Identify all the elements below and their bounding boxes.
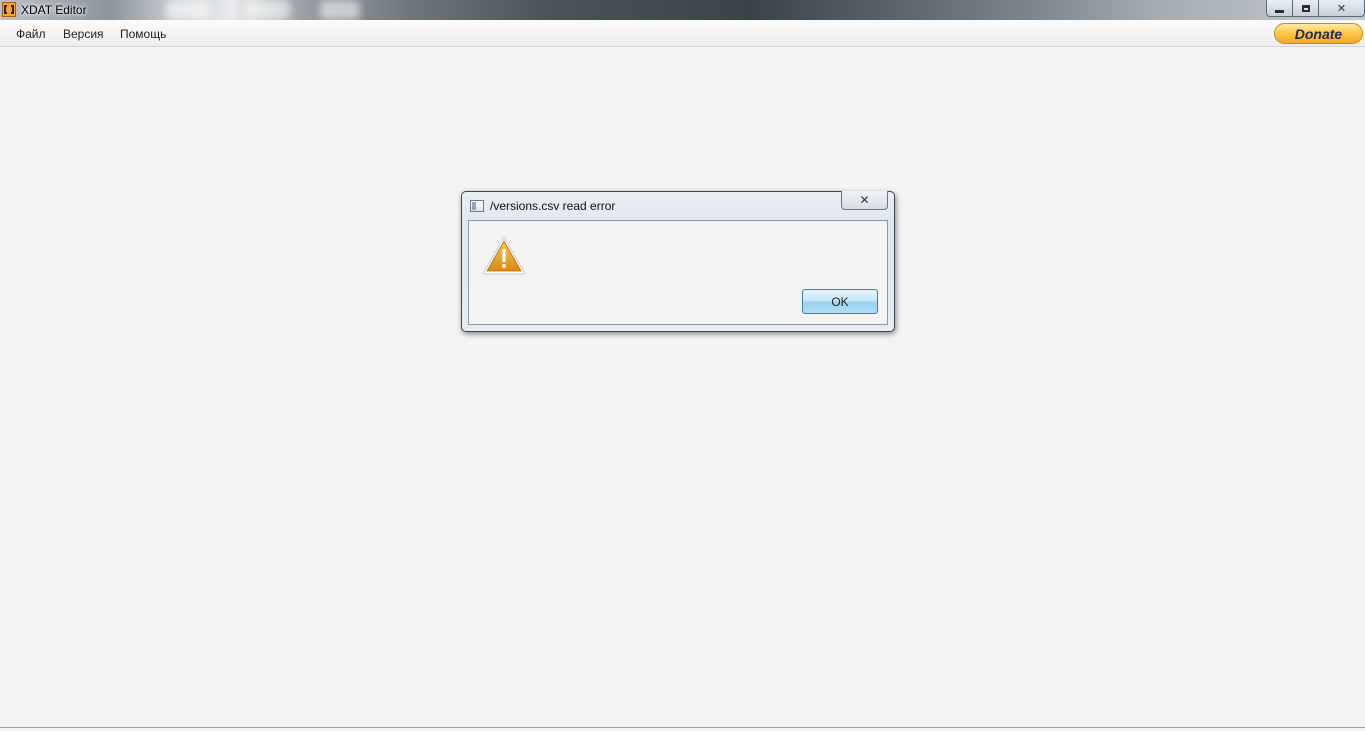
app-icon[interactable]	[2, 2, 16, 17]
restore-button[interactable]	[1293, 0, 1319, 17]
restore-icon	[1301, 4, 1310, 12]
close-icon: ✕	[859, 193, 870, 207]
menu-bar: Файл Версия Помощь Donate	[0, 20, 1365, 47]
donate-label: Donate	[1294, 25, 1343, 42]
minimize-icon	[1275, 9, 1284, 13]
donate-button[interactable]: Donate	[1274, 23, 1363, 44]
close-icon: ✕	[1336, 2, 1347, 15]
dialog-body: OK	[468, 220, 888, 325]
titlebar-glare	[165, 0, 210, 20]
window-title: XDAT Editor	[21, 3, 87, 17]
titlebar-glare	[320, 0, 360, 20]
menu-help[interactable]: Помощь	[120, 27, 166, 41]
titlebar-glare	[245, 0, 290, 20]
ok-label: OK	[831, 294, 849, 309]
menu-version[interactable]: Версия	[63, 27, 104, 41]
minimize-button[interactable]	[1266, 0, 1293, 17]
dialog-title: /versions.csv read error	[490, 199, 616, 213]
ok-button[interactable]: OK	[802, 289, 878, 314]
close-window-button[interactable]: ✕	[1319, 0, 1365, 17]
window-bottom-border	[0, 727, 1365, 731]
error-dialog: /versions.csv read error ✕ OK	[461, 191, 895, 332]
title-bar[interactable]: XDAT Editor ✕	[0, 0, 1365, 20]
dialog-window-icon	[470, 200, 484, 212]
warning-icon	[483, 235, 525, 275]
dialog-close-button[interactable]: ✕	[841, 191, 888, 210]
app-window: XDAT Editor ✕ Файл Версия Помощь Donate …	[0, 0, 1365, 731]
menu-file[interactable]: Файл	[16, 27, 46, 41]
window-controls: ✕	[1266, 0, 1365, 18]
